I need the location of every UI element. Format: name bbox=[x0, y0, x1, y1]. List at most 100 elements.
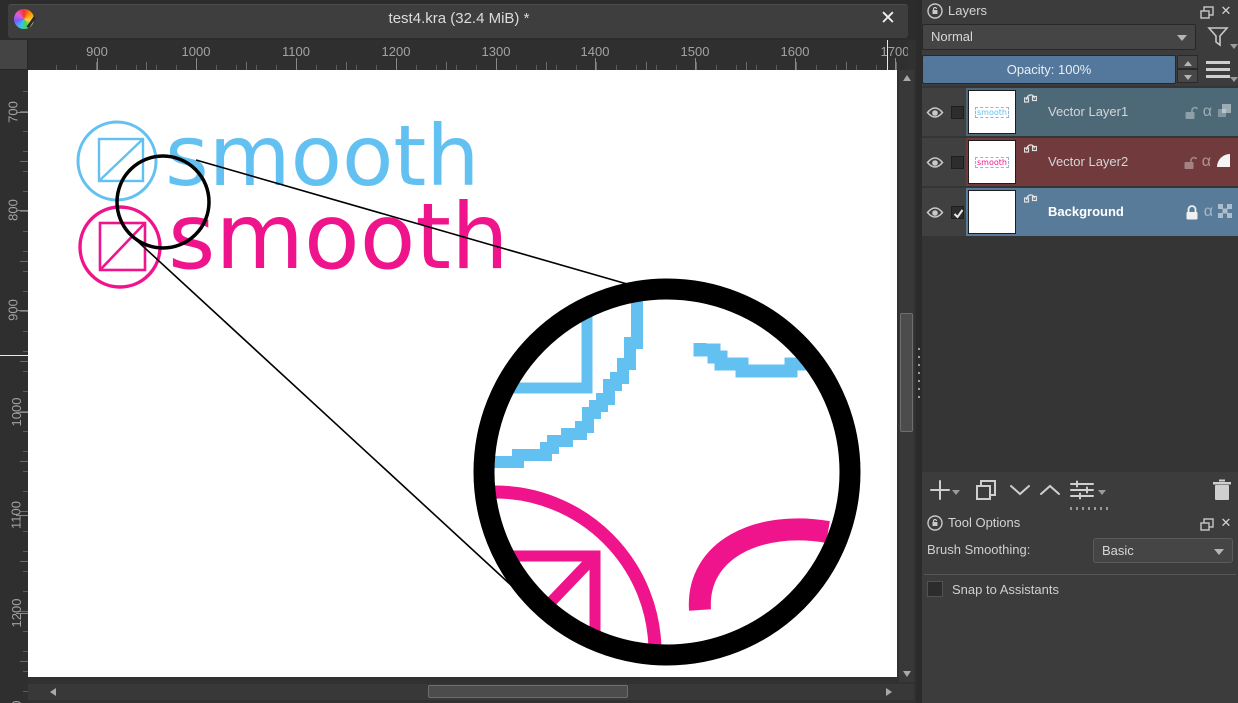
layer-visibility-cell[interactable] bbox=[922, 138, 948, 186]
canvas-artwork: smooth smooth bbox=[28, 70, 897, 677]
lock-icon[interactable] bbox=[1183, 155, 1197, 170]
pink-icon-diagonal bbox=[100, 223, 145, 270]
alpha-icon[interactable]: α bbox=[1202, 153, 1211, 171]
right-dock: Layers ✕ Normal Opacity: 100% bbox=[922, 0, 1238, 703]
layer-visibility-cell[interactable] bbox=[922, 88, 948, 136]
opacity-slider[interactable]: Opacity: 100% bbox=[922, 55, 1176, 84]
horizontal-scroll-thumb[interactable] bbox=[428, 685, 628, 698]
v-ruler-major-tick bbox=[16, 613, 28, 614]
opacity-decrease-button[interactable] bbox=[1177, 69, 1198, 83]
layer-select-cell[interactable] bbox=[948, 88, 966, 136]
float-docker-icon[interactable] bbox=[1200, 516, 1214, 538]
h-ruler-major-tick bbox=[496, 58, 497, 70]
v-ruler-major-tick bbox=[16, 515, 28, 516]
scroll-left-arrow[interactable] bbox=[50, 688, 56, 696]
close-docker-icon[interactable]: ✕ bbox=[1218, 515, 1234, 531]
layer-row[interactable]: Background α bbox=[922, 188, 1238, 236]
krita-window: test4.kra (32.4 MiB) * ✕ 900100011001200… bbox=[0, 0, 1238, 703]
horizontal-scrollbar[interactable] bbox=[28, 684, 914, 700]
duplicate-layer-button[interactable] bbox=[972, 476, 1000, 504]
lock-icon[interactable] bbox=[1185, 205, 1199, 220]
h-ruler-major-tick bbox=[396, 58, 397, 70]
filter-menu-chevron-icon[interactable] bbox=[1230, 44, 1238, 49]
vector-layer-badge-icon bbox=[1024, 190, 1037, 206]
layer-name: Vector Layer1 bbox=[1048, 88, 1128, 136]
scroll-up-arrow[interactable] bbox=[903, 75, 911, 81]
brush-smoothing-value: Basic bbox=[1102, 543, 1134, 558]
h-ruler-label: 1700 bbox=[881, 44, 908, 59]
chevron-down-icon bbox=[1177, 35, 1187, 41]
layer-style-icon[interactable] bbox=[1217, 103, 1232, 121]
opacity-increase-button[interactable] bbox=[1177, 55, 1198, 69]
list-menu-chevron-icon[interactable] bbox=[1230, 77, 1238, 82]
lock-icon[interactable] bbox=[1184, 105, 1198, 120]
alpha-icon[interactable]: α bbox=[1204, 203, 1213, 221]
docker-splitter-handle[interactable] bbox=[1070, 507, 1110, 510]
tool-options-header[interactable]: Tool Options ✕ bbox=[922, 512, 1238, 534]
h-ruler-major-tick bbox=[795, 58, 796, 70]
canvas-viewport[interactable]: smooth smooth bbox=[28, 70, 897, 677]
docker-lock-icon[interactable] bbox=[927, 3, 943, 26]
onion-skin-icon[interactable] bbox=[1216, 153, 1232, 171]
close-document-button[interactable]: ✕ bbox=[876, 7, 900, 31]
layer-status-icons: α bbox=[1184, 88, 1232, 136]
opacity-spinbox bbox=[1177, 55, 1198, 84]
h-ruler-major-tick bbox=[595, 58, 596, 70]
layers-docker-header[interactable]: Layers ✕ bbox=[922, 0, 1238, 22]
h-ruler-major-tick bbox=[695, 58, 696, 70]
pointer-y-marker bbox=[0, 355, 28, 356]
layer-properties-button[interactable] bbox=[1068, 476, 1096, 504]
layer-thumbnail[interactable]: smooth bbox=[968, 140, 1016, 184]
alpha-channel-icon[interactable] bbox=[1218, 204, 1232, 221]
layer-name: Background bbox=[1048, 188, 1124, 236]
h-ruler[interactable]: 90010001100120013001400150016001700 bbox=[28, 40, 908, 70]
brush-smoothing-label: Brush Smoothing: bbox=[927, 542, 1030, 557]
add-layer-button[interactable] bbox=[926, 476, 954, 504]
layer-checkbox[interactable] bbox=[951, 106, 964, 119]
layer-row-main[interactable]: smooth Vector Layer2 α bbox=[966, 138, 1238, 186]
layer-row[interactable]: smooth Vector Layer2 α bbox=[922, 138, 1238, 186]
close-docker-icon[interactable]: ✕ bbox=[1218, 3, 1234, 19]
vertical-scroll-thumb[interactable] bbox=[900, 313, 913, 432]
delete-layer-button[interactable] bbox=[1208, 476, 1236, 504]
layer-visibility-cell[interactable] bbox=[922, 188, 948, 236]
layer-thumbnail-word: smooth bbox=[976, 108, 1008, 117]
layer-row-main[interactable]: Background α bbox=[966, 188, 1238, 236]
layer-buttons-row bbox=[922, 474, 1238, 506]
layer-row[interactable]: smooth Vector Layer1 α bbox=[922, 88, 1238, 136]
layer-list: smooth Vector Layer1 α bbox=[922, 86, 1238, 472]
move-layer-down-button[interactable] bbox=[1006, 476, 1034, 504]
layer-list-menu-icon[interactable] bbox=[1206, 61, 1230, 78]
vertical-scrollbar[interactable] bbox=[899, 70, 914, 682]
layer-thumbnail[interactable]: smooth bbox=[968, 90, 1016, 134]
v-ruler[interactable]: 7008009001000110012001300 bbox=[0, 70, 28, 703]
v-ruler-major-tick bbox=[16, 112, 28, 113]
check-icon bbox=[952, 207, 965, 220]
alpha-icon[interactable]: α bbox=[1203, 103, 1212, 121]
snap-to-assistants-checkbox[interactable] bbox=[927, 581, 943, 597]
scroll-down-arrow[interactable] bbox=[903, 671, 911, 677]
brush-smoothing-select[interactable]: Basic bbox=[1093, 538, 1233, 563]
scroll-right-arrow[interactable] bbox=[886, 688, 892, 696]
float-docker-icon[interactable] bbox=[1200, 4, 1214, 26]
blend-mode-value: Normal bbox=[931, 29, 973, 44]
layer-status-icons: α bbox=[1185, 188, 1232, 236]
layer-checkbox[interactable] bbox=[951, 206, 964, 219]
layer-thumbnail[interactable] bbox=[968, 190, 1016, 234]
blend-mode-select[interactable]: Normal bbox=[922, 24, 1196, 50]
properties-chevron-icon[interactable] bbox=[1098, 490, 1106, 495]
layer-select-cell[interactable] bbox=[948, 138, 966, 186]
layers-docker-title: Layers bbox=[948, 0, 987, 22]
splitter-handle-dots bbox=[918, 348, 920, 398]
snap-to-assistants-row: Snap to Assistants bbox=[922, 580, 1238, 600]
layer-select-cell[interactable] bbox=[948, 188, 966, 236]
layer-checkbox[interactable] bbox=[951, 156, 964, 169]
h-ruler-label: 1000 bbox=[182, 44, 211, 59]
move-layer-up-button[interactable] bbox=[1036, 476, 1064, 504]
layer-row-main[interactable]: smooth Vector Layer1 α bbox=[966, 88, 1238, 136]
document-titlebar[interactable]: test4.kra (32.4 MiB) * ✕ bbox=[0, 0, 918, 40]
filter-layers-icon[interactable] bbox=[1206, 26, 1230, 51]
docker-lock-icon[interactable] bbox=[927, 515, 943, 538]
h-ruler-label: 1300 bbox=[482, 44, 511, 59]
add-layer-chevron-icon[interactable] bbox=[952, 490, 960, 495]
